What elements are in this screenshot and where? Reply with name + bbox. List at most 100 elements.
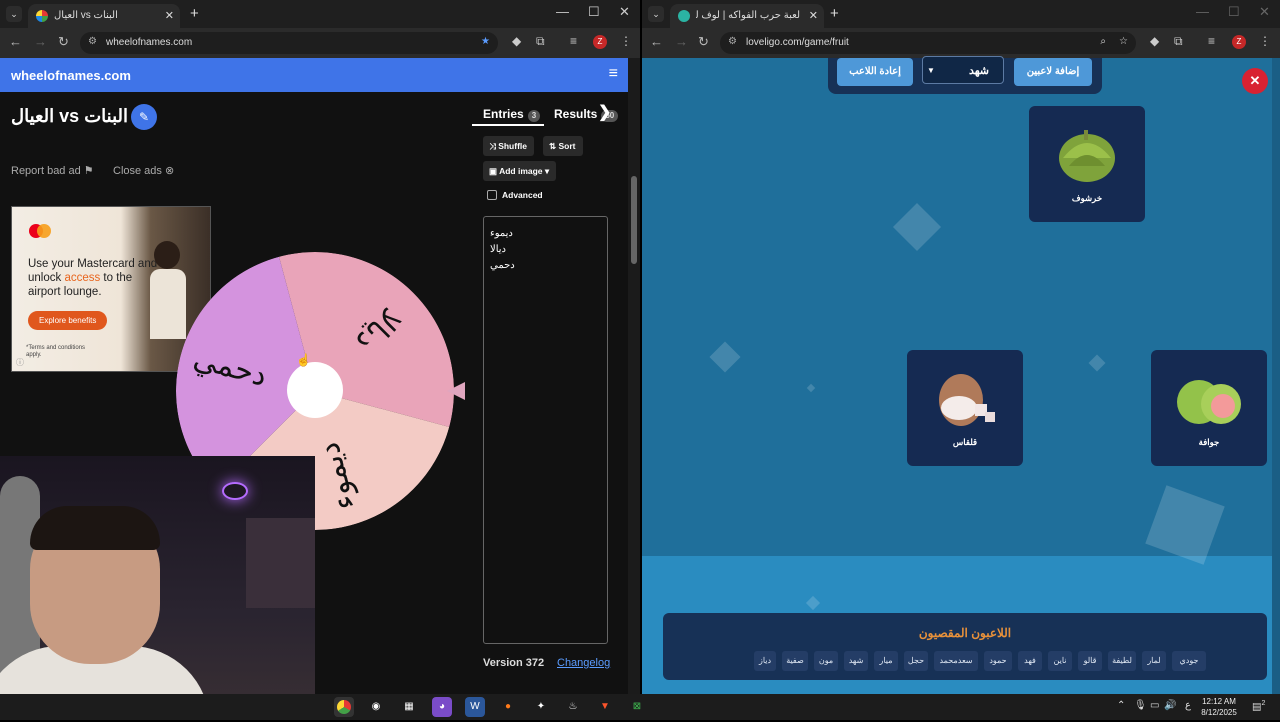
bookmark-star-icon[interactable]: ★ — [481, 36, 490, 47]
checkbox-box[interactable] — [487, 190, 497, 200]
brave-taskbar-icon[interactable]: ▼ — [595, 697, 615, 717]
puzzle-extensions-icon[interactable]: ⧉ — [536, 34, 545, 49]
tab-search-button[interactable]: ⌄ — [6, 6, 22, 22]
site-info-icon[interactable]: ⚙ — [728, 36, 737, 47]
minimize-icon[interactable]: — — [556, 4, 569, 19]
hand-cursor-icon: ☝ — [296, 353, 311, 367]
fruit-card-taro[interactable]: قلقاس — [907, 350, 1023, 466]
return-player-button[interactable]: إعادة اللاعب — [837, 58, 913, 86]
fruit-card-artichoke[interactable]: خرشوف — [1029, 106, 1145, 222]
reload-icon[interactable]: ↻ — [58, 34, 69, 50]
keyboard-language[interactable]: ع — [1185, 700, 1191, 711]
ad-headline-highlight: access — [64, 272, 101, 284]
left-toolbar: ← → ↻ ⚙ wheelofnames.com ★ ◆ ⧉ ≡ Z ⋮ — [0, 28, 640, 58]
chrome-taskbar-icon[interactable] — [334, 697, 354, 717]
minimize-icon[interactable]: — — [1196, 4, 1209, 19]
profile-avatar[interactable]: Z — [1232, 35, 1246, 49]
close-ads-link[interactable]: Close ads ⊗ — [113, 164, 174, 177]
extension-icon[interactable]: ◆ — [1150, 34, 1159, 48]
mastercard-ad[interactable]: Use your Mastercard and unlock access to… — [11, 206, 211, 372]
player-select[interactable]: ▼ شهد — [922, 56, 1004, 84]
game-scrollbar[interactable] — [1272, 58, 1280, 694]
new-tab-icon[interactable]: + — [190, 5, 199, 22]
advanced-checkbox[interactable]: Advanced — [487, 190, 543, 200]
discord-taskbar-icon[interactable]: ◕ — [432, 697, 452, 717]
terminal-taskbar-icon[interactable]: ⊠ — [627, 697, 647, 717]
right-address-bar[interactable]: ⚙ loveligo.com/game/fruit ⌕ ☆ — [720, 32, 1136, 54]
decor-diamond — [709, 341, 741, 373]
tab-search-button[interactable]: ⌄ — [648, 6, 664, 22]
right-active-tab[interactable]: لعبة حرب الفواكه | لوف ليجو يوم... ✕ — [670, 4, 824, 28]
menu-kebab-icon[interactable]: ⋮ — [1259, 34, 1271, 48]
add-image-button[interactable]: ▣ Add image ▾ — [483, 161, 557, 181]
back-icon[interactable]: ← — [9, 34, 22, 49]
volume-icon[interactable]: 🔊 — [1164, 700, 1176, 711]
entries-tab-label: Entries — [483, 107, 524, 121]
shuffle-label: Shuffle — [498, 141, 527, 151]
extension-icon[interactable]: ◆ — [512, 34, 521, 48]
tray-chevron-up-icon[interactable]: ⌃ — [1117, 700, 1125, 711]
left-address-bar[interactable]: ⚙ wheelofnames.com ★ — [80, 32, 498, 54]
edit-title-button[interactable]: ✎ — [131, 104, 157, 130]
fruit-card-guava[interactable]: جوافة — [1151, 350, 1267, 466]
fruit-card-label: خرشوف — [1071, 193, 1103, 203]
report-bad-ad-link[interactable]: Report bad ad ⚑ — [11, 164, 94, 177]
changelog-link[interactable]: Changelog — [557, 657, 610, 669]
app-taskbar-icon[interactable]: ✦ — [531, 697, 551, 717]
entries-textarea[interactable]: ديموء ديالا دحمي — [483, 216, 608, 644]
ad-headline: Use your Mastercard and unlock access to… — [28, 257, 158, 299]
bookmark-star-icon[interactable]: ☆ — [1119, 36, 1128, 47]
maximize-icon[interactable]: ☐ — [1228, 4, 1240, 20]
hamburger-menu-icon[interactable]: ≡ — [609, 65, 618, 83]
close-circle-icon: ⊗ — [164, 165, 175, 177]
brand-link[interactable]: wheelofnames.com — [11, 68, 131, 83]
profile-avatar[interactable]: Z — [593, 35, 607, 49]
loveligo-favicon — [678, 10, 690, 22]
eliminated-player-chip: دياز — [754, 651, 776, 671]
scrollbar-thumb[interactable] — [631, 176, 637, 264]
left-tab-title: العيال vs البنات — [54, 10, 118, 21]
ad-info-icon[interactable]: ⓘ — [16, 357, 24, 368]
notification-icon[interactable]: ▤2 — [1252, 700, 1265, 712]
puzzle-extensions-icon[interactable]: ⧉ — [1174, 34, 1183, 49]
media-icon[interactable]: ≡ — [1208, 34, 1215, 48]
reload-icon[interactable]: ↻ — [698, 34, 709, 50]
close-tab-icon[interactable]: ✕ — [809, 9, 818, 22]
tab-entries[interactable]: Entries 3 — [483, 107, 541, 122]
firefox-taskbar-icon[interactable]: ● — [498, 697, 518, 717]
page-scrollbar[interactable] — [628, 58, 640, 694]
eliminated-player-chip: حجل — [904, 651, 928, 671]
chevron-right-icon[interactable]: ❯ — [598, 102, 611, 122]
sort-button[interactable]: ⇅ Sort — [543, 136, 583, 156]
report-ad-label: Report bad ad — [11, 165, 81, 177]
steam-taskbar-icon[interactable]: ♨ — [563, 697, 583, 717]
menu-kebab-icon[interactable]: ⋮ — [620, 34, 632, 48]
forward-icon[interactable]: → — [34, 34, 47, 49]
wheel-center-hub[interactable] — [287, 362, 343, 418]
decor-diamond — [892, 202, 942, 252]
media-icon[interactable]: ≡ — [570, 34, 577, 48]
shuffle-button[interactable]: ⤨ Shuffle — [483, 136, 534, 156]
forward-icon[interactable]: → — [675, 34, 688, 49]
taskbar-clock[interactable]: 12:12 AM 8/12/2025 — [1198, 696, 1240, 718]
new-tab-icon[interactable]: + — [830, 5, 839, 22]
maximize-icon[interactable]: ☐ — [588, 4, 600, 20]
obs-taskbar-icon[interactable]: ◉ — [366, 697, 386, 717]
entries-count-badge: 3 — [527, 110, 541, 122]
site-info-icon[interactable]: ⚙ — [88, 36, 97, 47]
add-players-button[interactable]: إضافة لاعبين — [1014, 58, 1092, 86]
window-close-icon[interactable]: ✕ — [619, 4, 630, 20]
store-taskbar-icon[interactable]: ▦ — [399, 697, 419, 717]
decor-square — [1145, 485, 1225, 565]
network-icon[interactable]: ▭ — [1150, 700, 1159, 711]
explore-benefits-button[interactable]: Explore benefits — [28, 311, 108, 330]
window-close-icon[interactable]: ✕ — [1259, 4, 1270, 20]
zoom-icon[interactable]: ⌕ — [1100, 36, 1106, 47]
back-icon[interactable]: ← — [650, 34, 663, 49]
close-tab-icon[interactable]: ✕ — [165, 9, 174, 22]
word-taskbar-icon[interactable]: W — [465, 697, 485, 717]
results-tab-label: Results — [554, 107, 598, 121]
close-game-button[interactable]: ✕ — [1242, 68, 1268, 94]
microphone-icon[interactable]: 🎙 — [1134, 700, 1147, 711]
left-active-tab[interactable]: العيال vs البنات ✕ — [28, 4, 180, 28]
